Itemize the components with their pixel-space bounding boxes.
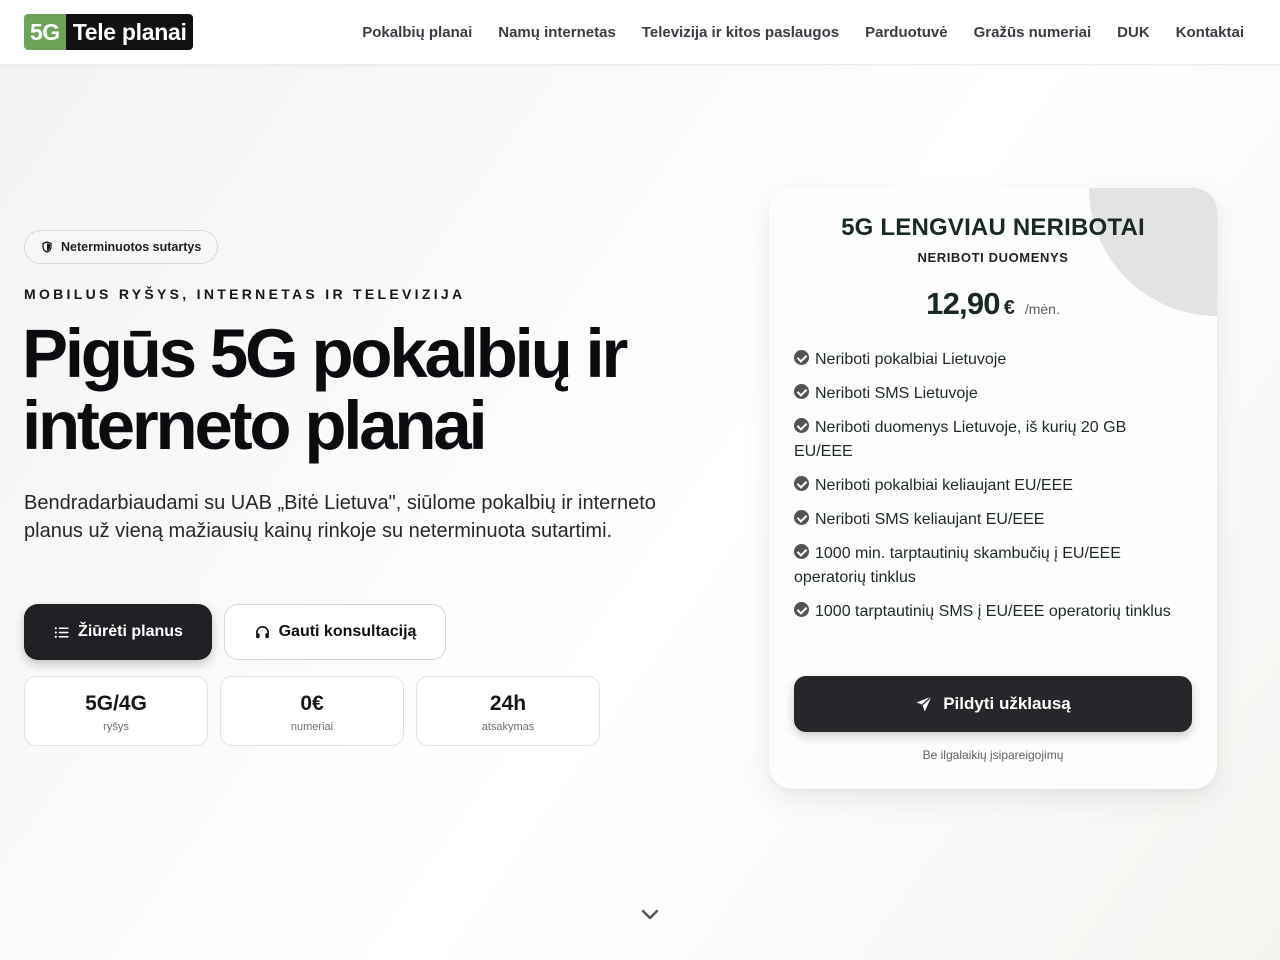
site-header: 5G Tele planai Pokalbių planai Namų inte… — [0, 0, 1280, 65]
plan-title: 5G LENGVIAU NERIBOTAI — [841, 214, 1145, 241]
check-circle-icon — [794, 350, 809, 365]
stat-value: 0€ — [300, 692, 324, 715]
site-logo[interactable]: 5G Tele planai — [24, 14, 193, 50]
check-circle-icon — [794, 418, 809, 433]
feature-text: Neriboti SMS Lietuvoje — [815, 385, 978, 402]
nav-item-kontaktai[interactable]: Kontaktai — [1176, 24, 1244, 41]
contract-badge: Neterminuotos sutartys — [24, 230, 219, 264]
nav-item-namu-internetas[interactable]: Namų internetas — [498, 24, 616, 41]
plan-features: Neriboti pokalbiai Lietuvoje Neriboti SM… — [794, 348, 1174, 634]
price-period: /mėn. — [1024, 301, 1060, 317]
nav-item-pokalbiu-planai[interactable]: Pokalbių planai — [362, 24, 472, 41]
hero-eyebrow: MOBILUS RYŠYS, INTERNETAS IR TELEVIZIJA — [24, 286, 466, 302]
feature-item: 1000 min. tarptautinių skambučių į EU/EE… — [794, 542, 1174, 590]
view-plans-button[interactable]: Žiūrėti planus — [24, 604, 212, 660]
feature-item: Neriboti SMS Lietuvoje — [794, 382, 1174, 406]
feature-item: Neriboti duomenys Lietuvoje, iš kurių 20… — [794, 416, 1174, 464]
nav-item-grazus-numeriai[interactable]: Gražūs numeriai — [974, 24, 1092, 41]
feature-text: Neriboti SMS keliaujant EU/EEE — [815, 511, 1045, 528]
hero-subtitle: Bendradarbiaudami su UAB „Bitė Lietuva",… — [24, 492, 656, 542]
check-circle-icon — [794, 510, 809, 525]
plan-subtitle: NERIBOTI DUOMENYS — [917, 250, 1069, 265]
nav-item-parduotuve[interactable]: Parduotuvė — [865, 24, 948, 41]
headset-icon — [255, 625, 269, 638]
list-icon — [54, 626, 69, 638]
plan-note: Be ilgalaikių įsipareigojimų — [922, 748, 1064, 762]
logo-wordmark: Tele planai — [65, 14, 193, 50]
plan-card: 5G LENGVIAU NERIBOTAI NERIBOTI DUOMENYS … — [769, 188, 1217, 789]
stat-card-numbers: 0€ numeriai — [220, 676, 404, 746]
check-circle-icon — [794, 476, 809, 491]
logo-5g-mark: 5G — [24, 14, 66, 50]
send-icon — [916, 696, 933, 712]
stat-value: 5G/4G — [85, 692, 147, 715]
feature-item: Neriboti pokalbiai Lietuvoje — [794, 348, 1174, 372]
feature-text: 1000 tarptautinių SMS į EU/EEE operatori… — [815, 603, 1171, 620]
feature-text: Neriboti pokalbiai Lietuvoje — [815, 351, 1007, 368]
price-currency: € — [1003, 297, 1015, 319]
feature-item: 1000 tarptautinių SMS į EU/EEE operatori… — [794, 600, 1174, 624]
submit-request-label: Pildyti užklausą — [943, 694, 1071, 713]
stat-card-network: 5G/4G ryšys — [24, 676, 208, 746]
nav-item-televizija[interactable]: Televizija ir kitos paslaugos — [642, 24, 839, 41]
stat-label: ryšys — [103, 721, 129, 733]
check-circle-icon — [794, 544, 809, 559]
feature-item: Neriboti SMS keliaujant EU/EEE — [794, 508, 1174, 532]
stat-card-response: 24h atsakymas — [416, 676, 600, 746]
shield-icon — [42, 241, 52, 253]
feature-text: Neriboti pokalbiai keliaujant EU/EEE — [815, 477, 1073, 494]
view-plans-label: Žiūrėti planus — [78, 623, 183, 640]
hero-headline: Pigūs 5G pokalbių ir interneto planai — [22, 315, 628, 464]
chevron-down-icon[interactable] — [638, 906, 662, 924]
stat-label: numeriai — [290, 721, 334, 733]
stat-value: 24h — [489, 692, 527, 715]
get-consultation-label: Gauti konsultaciją — [278, 623, 417, 640]
feature-text: Neriboti duomenys Lietuvoje, iš kurių 20… — [794, 419, 1127, 460]
check-circle-icon — [794, 602, 809, 617]
price-amount: 12,90 — [926, 286, 1000, 321]
submit-request-button[interactable]: Pildyti užklausą — [794, 676, 1192, 732]
get-consultation-button[interactable]: Gauti konsultaciją — [224, 604, 446, 660]
stat-label: atsakymas — [481, 721, 535, 733]
main-nav: Pokalbių planai Namų internetas Televizi… — [362, 0, 1244, 64]
check-circle-icon — [794, 384, 809, 399]
nav-item-duk[interactable]: DUK — [1117, 24, 1150, 41]
feature-text: 1000 min. tarptautinių skambučių į EU/EE… — [794, 545, 1121, 586]
plan-price: 12,90 € /mėn. — [769, 286, 1217, 322]
badge-label: Neterminuotos sutartys — [61, 240, 202, 254]
feature-item: Neriboti pokalbiai keliaujant EU/EEE — [794, 474, 1174, 498]
